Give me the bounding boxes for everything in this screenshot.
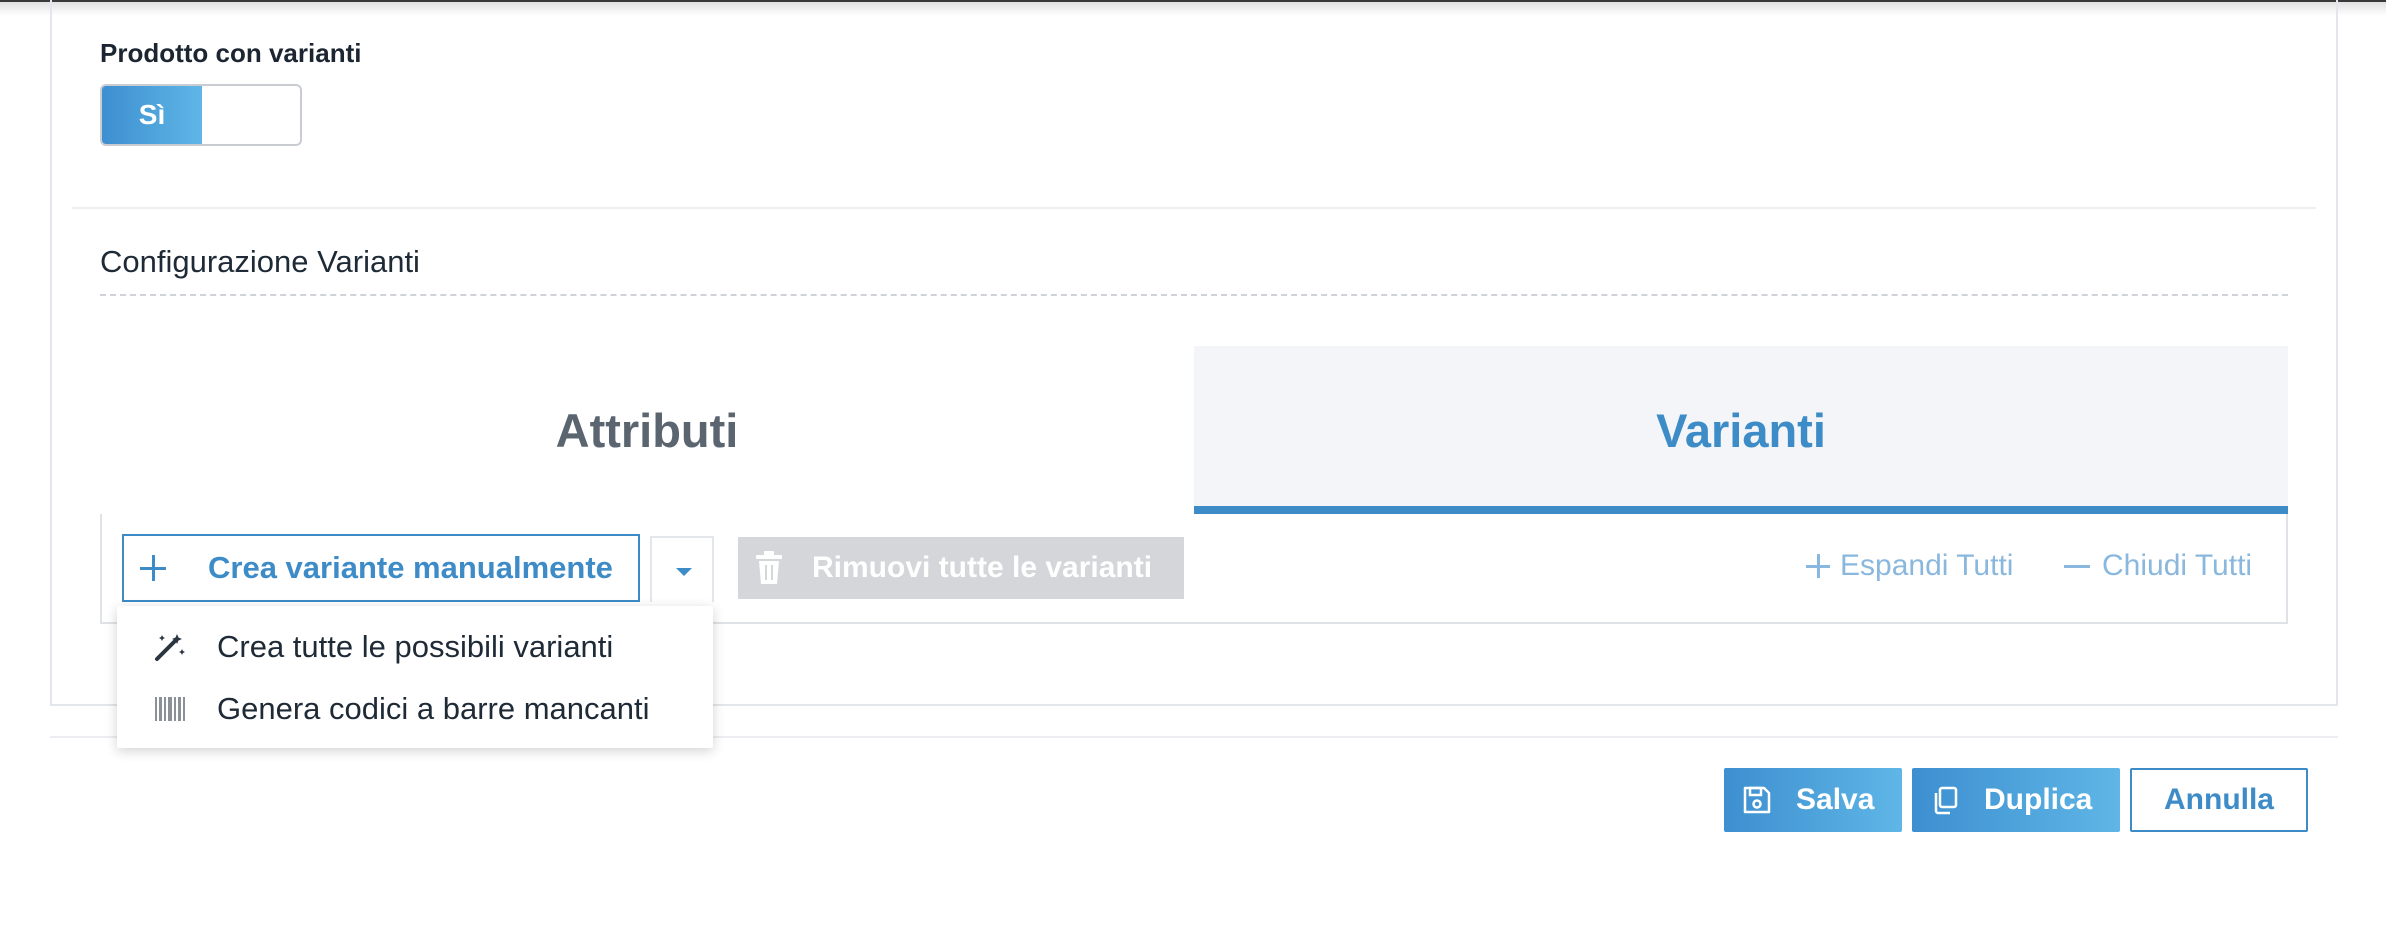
card-border-right [2336, 0, 2338, 706]
duplicate-label: Duplica [1984, 783, 2093, 816]
collapse-all-label: Chiudi Tutti [2102, 549, 2253, 582]
tab-variants-label: Varianti [1656, 403, 1826, 457]
cancel-label: Annulla [2164, 783, 2274, 816]
expand-all-label: Espandi Tutti [1840, 549, 2014, 582]
tab-variants[interactable]: Varianti [1194, 346, 2288, 514]
tab-attributes-label: Attributi [555, 403, 739, 457]
dashed-divider [100, 294, 2288, 296]
top-shadow [0, 2, 2386, 16]
floppy-disk-icon [1743, 786, 1771, 814]
card-border-left [50, 0, 52, 706]
remove-all-variants-button[interactable]: Rimuovi tutte le varianti [738, 537, 1184, 599]
barcode-icon [153, 694, 187, 724]
create-options-menu: Crea tutte le possibili varianti Genera … [117, 606, 713, 748]
section-divider [72, 207, 2316, 209]
remove-all-variants-label: Rimuovi tutte le varianti [812, 551, 1153, 584]
tab-attributes[interactable]: Attributi [100, 346, 1194, 514]
save-button[interactable]: Salva [1724, 768, 1902, 832]
duplicate-button[interactable]: Duplica [1912, 768, 2120, 832]
create-options-dropdown-toggle[interactable] [650, 536, 714, 602]
active-tab-indicator [1194, 506, 2288, 514]
product-variants-toggle[interactable]: Sì [100, 84, 302, 146]
menu-item-generate-barcodes[interactable]: Genera codici a barre mancanti [117, 682, 713, 736]
trash-icon [756, 551, 782, 584]
product-variants-label: Prodotto con varianti [100, 38, 362, 68]
menu-item-create-all-variants[interactable]: Crea tutte le possibili varianti [117, 620, 713, 674]
config-title: Configurazione Varianti [100, 244, 420, 279]
menu-item-create-all-variants-label: Crea tutte le possibili varianti [217, 629, 614, 664]
menu-item-generate-barcodes-label: Genera codici a barre mancanti [217, 691, 650, 726]
create-variant-manual-label: Crea variante manualmente [208, 550, 613, 585]
plus-icon [1806, 554, 1830, 578]
caret-down-icon [676, 568, 692, 576]
magic-wand-icon [153, 632, 187, 662]
minus-icon [2064, 564, 2090, 568]
plus-icon [140, 555, 166, 581]
collapse-all-link[interactable]: Chiudi Tutti [2064, 546, 2252, 586]
copy-icon [1934, 786, 1958, 815]
save-label: Salva [1796, 783, 1875, 816]
cancel-button[interactable]: Annulla [2130, 768, 2308, 832]
expand-all-link[interactable]: Espandi Tutti [1806, 546, 2013, 586]
create-variant-manual-button[interactable]: Crea variante manualmente [122, 534, 640, 602]
toggle-on-label: Sì [102, 86, 202, 144]
